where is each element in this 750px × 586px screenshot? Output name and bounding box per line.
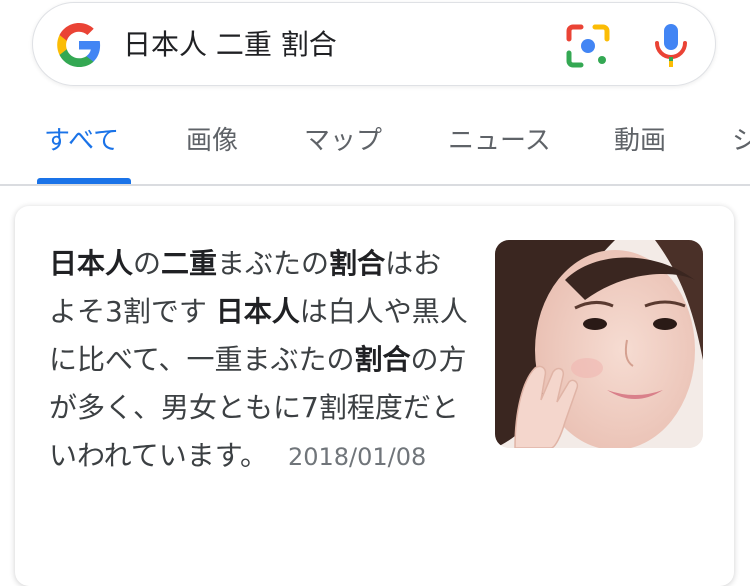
tab-maps[interactable]: マップ: [304, 120, 382, 157]
search-query[interactable]: 日本人 二重 割合: [123, 3, 337, 87]
google-lens-icon[interactable]: [565, 23, 611, 69]
face-photo-image: [495, 240, 703, 448]
tab-news[interactable]: ニュース: [448, 120, 551, 157]
snippet-highlight: 二重: [161, 247, 218, 280]
microphone-icon[interactable]: [651, 21, 691, 69]
snippet-text-segment: の: [133, 247, 162, 280]
google-g-icon: [57, 23, 101, 67]
tab-images[interactable]: 画像: [186, 120, 238, 157]
snippet-highlight: 割合: [354, 343, 411, 376]
snippet-text-segment: まぶたの: [217, 247, 330, 280]
tab-more[interactable]: シ: [732, 120, 750, 157]
tab-videos[interactable]: 動画: [614, 120, 666, 157]
search-bar[interactable]: 日本人 二重 割合: [32, 2, 716, 86]
tabs-divider: [0, 184, 750, 186]
search-tabs: すべて 画像 マップ ニュース 動画 シ: [0, 96, 750, 184]
tab-all[interactable]: すべて: [44, 120, 119, 157]
snippet-highlight: 割合: [329, 247, 386, 280]
snippet-highlight: 日本人: [49, 247, 134, 280]
snippet-highlight: 日本人: [215, 295, 300, 328]
snippet-date: 2018/01/08: [287, 443, 427, 471]
snippet-text: 日本人の二重まぶたの割合はおよそ3割です 日本人は白人や黒人に比べて、一重まぶた…: [49, 240, 469, 481]
featured-snippet-card[interactable]: 日本人の二重まぶたの割合はおよそ3割です 日本人は白人や黒人に比べて、一重まぶた…: [15, 206, 734, 586]
result-thumbnail[interactable]: [495, 240, 703, 448]
